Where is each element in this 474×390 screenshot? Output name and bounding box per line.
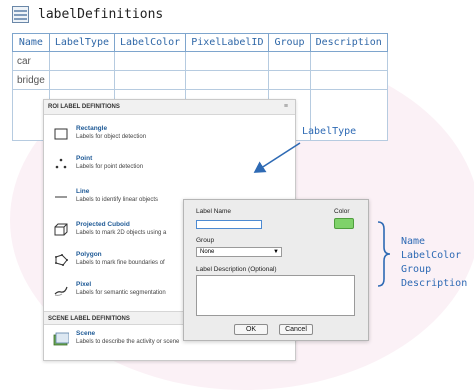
column-header[interactable]: Description (309, 33, 388, 52)
table-row[interactable]: car (12, 51, 388, 71)
table-cell[interactable] (309, 70, 388, 90)
group-select[interactable]: None ▼ (196, 247, 282, 257)
table-cell[interactable] (268, 70, 311, 90)
roi-item-desc: Labels for object detection (76, 134, 147, 140)
roi-item-desc: Labels to mark 2D objects using a (76, 230, 167, 236)
scene-icon (53, 332, 69, 346)
roi-item-title: Line (76, 188, 90, 195)
roi-item-desc: Labels for point detection (76, 164, 144, 170)
table-cell[interactable] (113, 70, 187, 90)
roi-panel-header-label: ROI LABEL DEFINITIONS (48, 104, 120, 110)
group-select-value: None (200, 249, 215, 255)
label-name-input[interactable] (196, 220, 262, 229)
chevron-down-icon: ▼ (273, 249, 279, 255)
roi-item-title: Scene (76, 330, 96, 337)
roi-item-desc: Labels for semantic segmentation (76, 290, 166, 296)
page-title: labelDefinitions (38, 7, 164, 22)
roi-item-title: Projected Cuboid (76, 221, 130, 228)
fields-callout: Name LabelColor Group Description (401, 235, 467, 291)
roi-panel-header: ROI LABEL DEFINITIONS ≡ (44, 100, 295, 115)
group-label: Group (196, 237, 215, 244)
column-header[interactable]: PixelLabelID (185, 33, 270, 52)
table-cell[interactable] (309, 51, 388, 71)
color-label: Color (334, 208, 350, 215)
table-row[interactable]: bridge (12, 70, 388, 90)
roi-item-title: Polygon (76, 251, 102, 258)
cuboid-icon (54, 223, 68, 236)
roi-item-title: Rectangle (76, 125, 108, 132)
description-label: Label Description (Optional) (196, 266, 277, 273)
roi-item-desc: Labels to describe the activity or scene (76, 339, 180, 345)
collapse-icon[interactable]: ≡ (284, 100, 288, 114)
table-cell[interactable] (268, 51, 311, 71)
description-textarea[interactable] (196, 275, 355, 316)
table-cell[interactable] (185, 70, 270, 90)
column-header[interactable]: LabelColor (113, 33, 187, 52)
roi-item-rectangle[interactable]: Rectangle Labels for object detection (44, 125, 294, 149)
callout-field: LabelColor (401, 250, 462, 261)
callout-field: Name (401, 236, 426, 247)
table-cell[interactable] (185, 51, 270, 71)
column-header[interactable]: Name (12, 33, 50, 52)
cancel-button[interactable]: Cancel (279, 324, 313, 335)
table-icon (12, 6, 29, 23)
labeltype-callout: LabelType (302, 126, 357, 137)
ok-button[interactable]: OK (234, 324, 268, 335)
table-cell[interactable] (113, 51, 187, 71)
roi-item-desc: Labels to identify linear objects (76, 197, 159, 203)
line-icon (55, 196, 67, 198)
roi-item-point[interactable]: Point Labels for point detection (44, 155, 294, 179)
callout-field: Description (401, 278, 468, 289)
roi-item-title: Pixel (76, 281, 92, 288)
label-name-label: Label Name (196, 208, 232, 215)
roi-item-desc: Labels to mark fine boundaries of (76, 260, 165, 266)
table-cell[interactable] (48, 51, 116, 71)
column-header[interactable]: LabelType (48, 33, 116, 52)
pixel-brush-icon (54, 286, 68, 296)
roi-item-title: Point (76, 155, 93, 162)
table-cell[interactable]: car (12, 51, 50, 71)
point-icon (55, 158, 67, 169)
rectangle-icon (54, 128, 68, 140)
callout-field: Group (401, 264, 432, 275)
table-header-row: Name LabelType LabelColor PixelLabelID G… (12, 33, 388, 52)
column-header[interactable]: Group (268, 33, 311, 52)
polygon-icon (55, 254, 68, 266)
table-cell[interactable]: bridge (12, 70, 50, 90)
table-cell[interactable] (48, 70, 116, 90)
label-definition-dialog: Label Name Color Group None ▼ Label Desc… (183, 199, 369, 341)
color-swatch[interactable] (334, 218, 354, 229)
